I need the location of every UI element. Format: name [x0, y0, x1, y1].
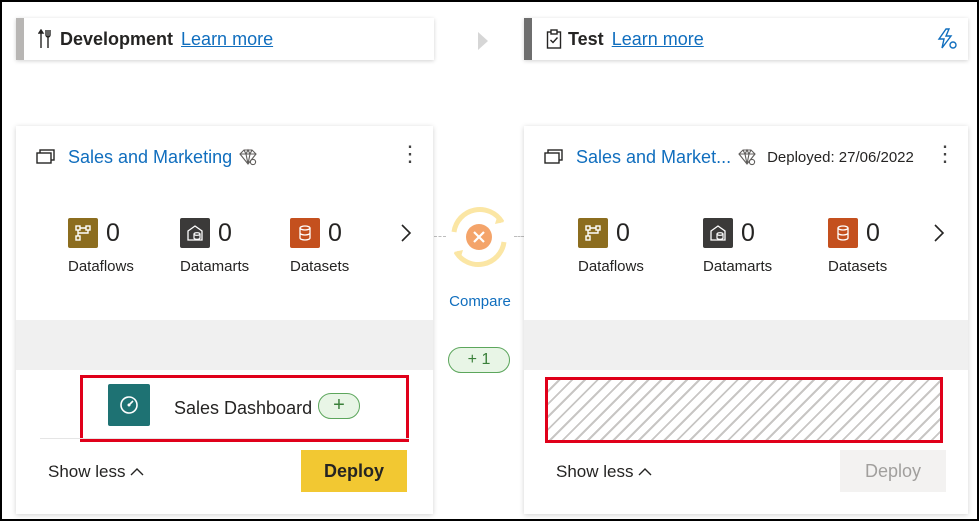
stage-header-development: Development Learn more: [16, 18, 434, 60]
learn-more-link[interactable]: Learn more: [181, 29, 273, 50]
highlight-box: [80, 375, 409, 442]
more-options-icon[interactable]: ⋮: [399, 142, 421, 166]
item-count: 0: [218, 219, 232, 247]
item-label: Dataflows: [68, 258, 134, 275]
test-stage-card: Sales and Market... Deployed: 27/06/2022…: [524, 126, 968, 514]
highlight-box: [545, 377, 943, 443]
more-options-icon[interactable]: ⋮: [934, 142, 956, 166]
datamart-icon: [703, 218, 733, 248]
item-count: 0: [866, 219, 880, 247]
datasets-count[interactable]: 0 Datasets: [828, 218, 938, 275]
show-less-toggle[interactable]: Show less: [556, 462, 653, 482]
development-stage-card: Sales and Marketing ⋮ 0 Dataflows 0 Data…: [16, 126, 433, 514]
premium-diamond-icon: [238, 147, 258, 167]
workspace-icon: [36, 148, 56, 166]
stage-arrow-icon: [478, 32, 488, 50]
deployment-rules-icon[interactable]: [936, 28, 958, 50]
dataset-icon: [290, 218, 320, 248]
dataflow-icon: [578, 218, 608, 248]
dataflows-count[interactable]: 0 Dataflows: [68, 218, 178, 275]
stage-color-bar: [16, 18, 24, 60]
chevron-right-icon[interactable]: [399, 222, 413, 244]
clipboard-check-icon: [546, 29, 562, 49]
deployed-date: Deployed: 27/06/2022: [767, 148, 914, 166]
section-band: [524, 320, 968, 370]
datamarts-count[interactable]: 0 Datamarts: [180, 218, 290, 275]
card-title-row: Sales and Market... Deployed: 27/06/2022…: [544, 142, 956, 170]
show-less-toggle[interactable]: Show less: [48, 462, 145, 482]
tools-icon: [38, 29, 54, 49]
item-counts: 0 Dataflows 0 Datamarts 0 Datasets: [578, 218, 946, 278]
item-count: 0: [106, 219, 120, 247]
item-count: 0: [741, 219, 755, 247]
stage-title: Development: [60, 28, 174, 49]
chevron-up-icon: [130, 468, 144, 476]
item-label: Datamarts: [703, 258, 773, 275]
stage-header-test: Test Learn more: [524, 18, 968, 60]
workspace-name-link[interactable]: Sales and Market...: [576, 147, 731, 168]
show-less-label: Show less: [48, 462, 126, 481]
item-label: Dataflows: [578, 258, 644, 275]
item-count: 0: [616, 219, 630, 247]
item-count: 0: [328, 219, 342, 247]
datasets-count[interactable]: 0 Datasets: [290, 218, 400, 275]
diff-count-badge[interactable]: + 1: [448, 347, 510, 373]
chevron-right-icon[interactable]: [932, 222, 946, 244]
stage-color-bar: [524, 18, 532, 60]
item-counts: 0 Dataflows 0 Datamarts 0 Datasets: [68, 218, 413, 278]
item-label: Datasets: [828, 258, 888, 275]
compare-link[interactable]: Compare: [434, 293, 526, 310]
dataflow-icon: [68, 218, 98, 248]
workspace-icon: [544, 148, 564, 166]
compare-widget[interactable]: Compare: [434, 192, 526, 310]
dataset-icon: [828, 218, 858, 248]
card-title-row: Sales and Marketing ⋮: [36, 142, 421, 170]
deploy-button[interactable]: Deploy: [301, 450, 407, 492]
deploy-button[interactable]: Deploy: [840, 450, 946, 492]
show-less-label: Show less: [556, 462, 634, 481]
dataflows-count[interactable]: 0 Dataflows: [578, 218, 688, 275]
learn-more-link[interactable]: Learn more: [612, 29, 704, 50]
item-label: Datasets: [290, 258, 350, 275]
section-band: [16, 320, 433, 370]
compare-sync-icon: [451, 207, 507, 267]
item-label: Datamarts: [180, 258, 250, 275]
divider: [40, 438, 409, 439]
datamart-icon: [180, 218, 210, 248]
premium-diamond-icon: [737, 147, 757, 167]
stage-title: Test: [568, 28, 604, 49]
chevron-up-icon: [638, 468, 652, 476]
datamarts-count[interactable]: 0 Datamarts: [703, 218, 813, 275]
workspace-name-link[interactable]: Sales and Marketing: [68, 147, 232, 168]
